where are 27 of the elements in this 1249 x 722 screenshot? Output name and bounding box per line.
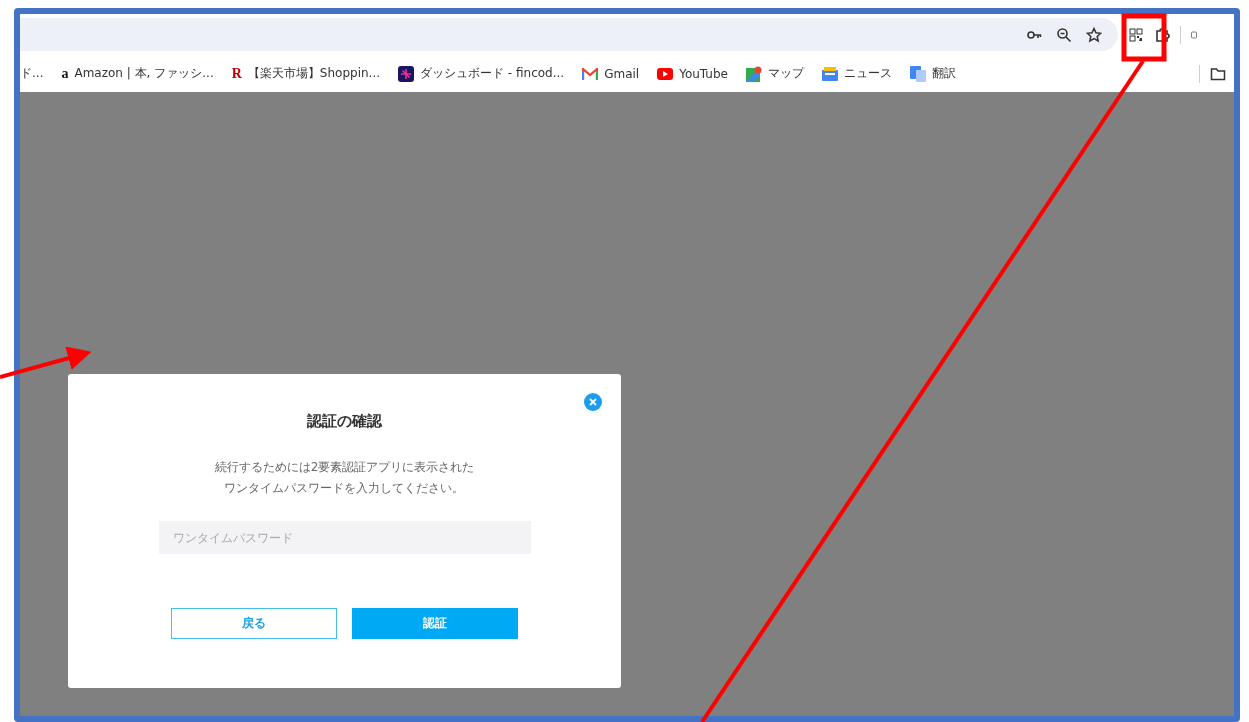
app-icon <box>398 65 414 82</box>
bookmark[interactable]: 翻訳 <box>900 59 965 88</box>
mail-icon <box>582 67 599 80</box>
translate-icon <box>909 65 926 82</box>
dialog-message: 続行するためには2要素認証アプリに表示された ワンタイムパスワードを入力してください。 <box>214 459 475 497</box>
qr-code-icon[interactable] <box>1128 26 1144 43</box>
bookmark[interactable]: a Amazon | 本, ファッシ... <box>52 59 223 88</box>
logo-icon: R <box>231 65 242 82</box>
bookmark[interactable]: ダッシュボード - fincod... <box>389 59 574 88</box>
star-icon[interactable] <box>1086 26 1102 43</box>
bookmark[interactable]: ニュース <box>812 59 901 88</box>
zoom-out-icon[interactable] <box>1056 26 1072 43</box>
news-icon <box>821 66 838 81</box>
bookmark[interactable]: Gmail <box>573 59 649 88</box>
puzzle-icon[interactable] <box>1154 26 1170 43</box>
play-icon <box>657 67 674 80</box>
logo-icon: a <box>61 65 69 82</box>
bookmark[interactable]: マップ <box>736 59 813 88</box>
highlight-frame <box>1121 13 1167 62</box>
bookmark[interactable]: YouTube <box>648 59 737 88</box>
bookmark[interactable]: R 【楽天市場】Shoppin... <box>222 59 389 88</box>
bookmark[interactable]: ド... <box>20 59 53 88</box>
map-icon <box>745 65 762 82</box>
folder-icon[interactable] <box>1210 65 1226 82</box>
dialog-title: 認証の確認 <box>307 412 382 431</box>
password-field[interactable]: ワンタイムパスワード <box>158 521 531 554</box>
close-icon[interactable] <box>584 393 602 411</box>
